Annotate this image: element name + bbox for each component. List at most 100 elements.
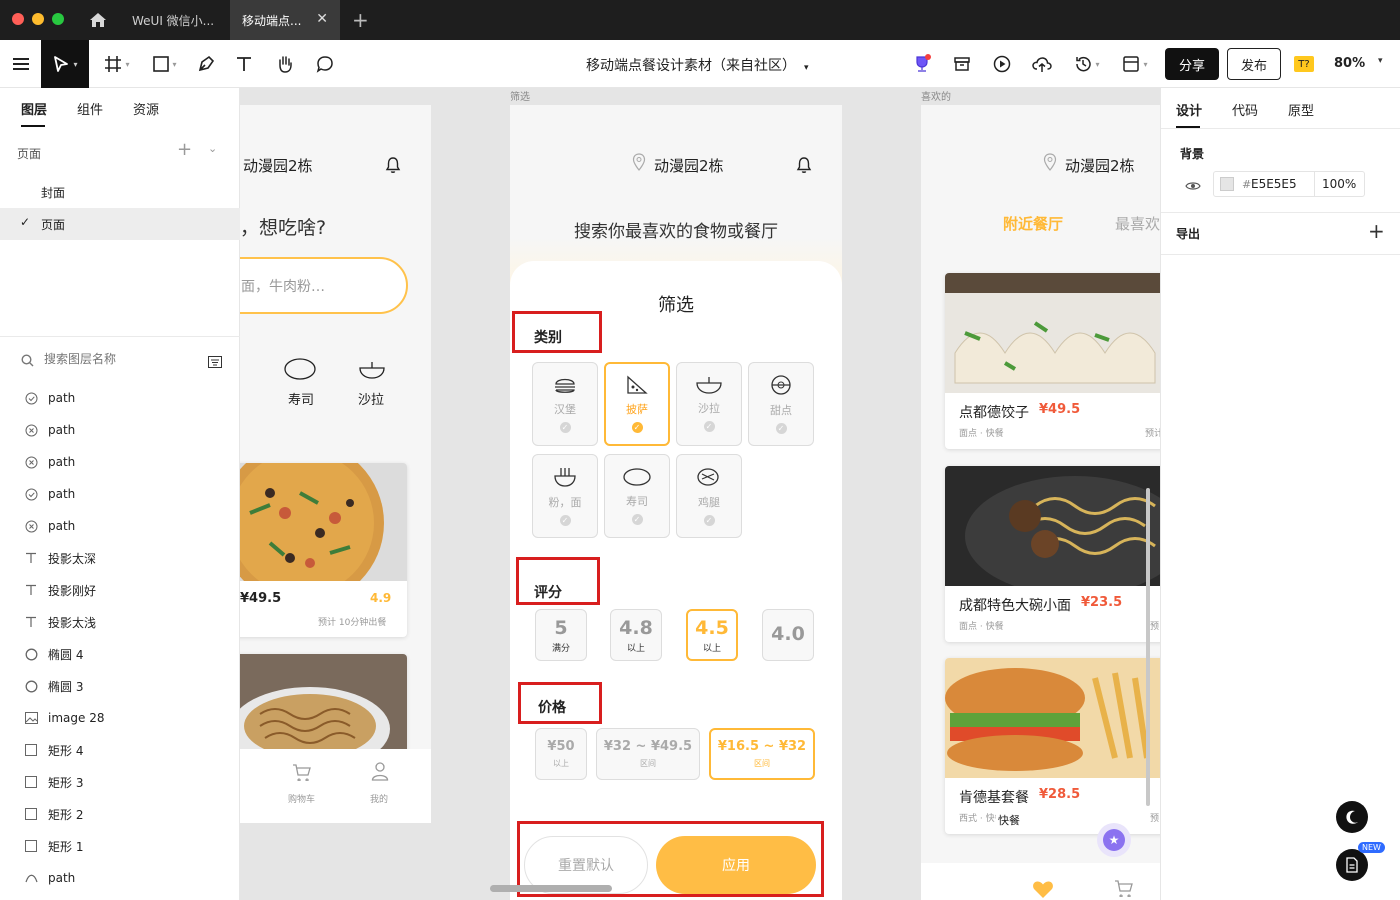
background-color-field[interactable]: # E5E5E5 100% xyxy=(1213,171,1365,197)
pizza-card[interactable]: ¥49.5 4.9 预计 10分钟出餐 xyxy=(240,463,407,637)
publish-button[interactable]: 发布 xyxy=(1227,48,1281,80)
shape-tool-button[interactable]: ▾ xyxy=(148,40,182,88)
search-box[interactable]: 面，牛肉粉… xyxy=(240,257,408,314)
layer-row[interactable]: 矩形 3 xyxy=(0,766,240,798)
move-tool-button[interactable]: ▾ xyxy=(41,40,89,88)
vertical-scrollbar[interactable] xyxy=(1146,488,1150,806)
layer-row[interactable]: path xyxy=(0,510,240,542)
color-hex-value[interactable]: E5E5E5 xyxy=(1251,177,1297,191)
share-button[interactable]: 分享 xyxy=(1165,48,1219,80)
layer-row[interactable]: 投影太浅 xyxy=(0,606,240,638)
bell-icon[interactable] xyxy=(796,156,812,178)
frame-tool-button[interactable]: ▾ xyxy=(100,40,134,88)
eye-icon[interactable] xyxy=(1185,177,1201,196)
color-swatch[interactable] xyxy=(1220,177,1234,191)
layer-row[interactable]: path xyxy=(0,414,240,446)
dark-mode-button[interactable] xyxy=(1336,801,1368,833)
maximize-window-button[interactable] xyxy=(52,13,64,25)
restaurant-card-dumplings[interactable]: 点都德饺子 ¥49.5 面点 · 快餐 预计 xyxy=(945,273,1160,449)
page-item-selected[interactable]: ✓ 页面 xyxy=(0,208,240,240)
frame-favorites[interactable]: 动漫园2栋 附近餐厅 最喜欢 点都德饺子 ¥49.5 面点 · 快餐 预计 成都… xyxy=(921,105,1160,900)
comment-tool-button[interactable] xyxy=(312,40,338,88)
cart-icon[interactable] xyxy=(292,763,312,785)
category-sushi[interactable]: 寿司 xyxy=(288,389,314,408)
layer-row[interactable]: 椭圆 4 xyxy=(0,638,240,670)
home-icon[interactable] xyxy=(88,10,108,34)
bell-icon[interactable] xyxy=(385,156,401,178)
assistant-icon[interactable]: ★ xyxy=(1097,823,1131,857)
tab-weui[interactable]: WeUI 微信小... xyxy=(120,0,228,40)
layout-icon[interactable]: ▾ xyxy=(1118,40,1152,88)
tab-current-file[interactable]: 移动端点... ✕ xyxy=(230,0,340,40)
notes-button[interactable] xyxy=(1336,849,1368,881)
document-title[interactable]: 移动端点餐设计素材（来自社区） ▾ xyxy=(586,55,809,75)
apply-button[interactable]: 应用 xyxy=(656,836,816,894)
tab-code[interactable]: 代码 xyxy=(1232,100,1258,119)
minimize-window-button[interactable] xyxy=(32,13,44,25)
zoom-level[interactable]: 80% xyxy=(1334,56,1365,71)
tab-nearby[interactable]: 附近餐厅 xyxy=(1003,213,1063,234)
frame-home[interactable]: 动漫园2栋 ，想吃啥? 面，牛肉粉… 寿司 沙拉 ¥49.5 4.9 预计 10… xyxy=(240,105,431,823)
upload-cloud-icon[interactable] xyxy=(1030,40,1054,88)
profile-icon[interactable] xyxy=(371,761,389,785)
layer-row[interactable]: image 28 xyxy=(0,702,240,734)
text-warning-badge[interactable]: T? xyxy=(1294,56,1314,72)
restaurant-card-kfc[interactable]: 肯德基套餐 ¥28.5 西式 · 快餐 预 xyxy=(945,658,1160,834)
category-salad[interactable]: 沙拉 xyxy=(358,389,384,408)
category-pizza[interactable]: 披萨 ✓ xyxy=(604,362,670,446)
category-drumstick[interactable]: 鸡腿 ✓ xyxy=(676,454,742,538)
filter-icon[interactable] xyxy=(208,353,222,372)
heart-icon[interactable] xyxy=(1032,879,1054,900)
rating-option[interactable]: 4.0 xyxy=(762,609,814,661)
tab-layers[interactable]: 图层 xyxy=(21,88,47,128)
horizontal-scrollbar[interactable] xyxy=(490,885,612,892)
close-tab-icon[interactable]: ✕ xyxy=(316,11,328,27)
layer-row[interactable]: 矩形 1 xyxy=(0,830,240,862)
text-tool-button[interactable] xyxy=(232,40,256,88)
close-window-button[interactable] xyxy=(12,13,24,25)
layer-row[interactable]: path xyxy=(0,478,240,510)
restaurant-card-noodles[interactable]: 成都特色大碗小面 ¥23.5 面点 · 快餐 预 xyxy=(945,466,1160,642)
rating-option[interactable]: 4.5 以上 xyxy=(686,609,738,661)
trophy-icon[interactable] xyxy=(910,40,934,88)
collapse-pages-icon[interactable]: ⌄ xyxy=(208,142,217,155)
design-canvas[interactable]: 动漫园2栋 ，想吃啥? 面，牛肉粉… 寿司 沙拉 ¥49.5 4.9 预计 10… xyxy=(240,88,1160,900)
opacity-value[interactable]: 100% xyxy=(1322,177,1356,191)
history-icon[interactable]: ▾ xyxy=(1070,40,1104,88)
layer-row[interactable]: path xyxy=(0,446,240,478)
add-export-icon[interactable]: + xyxy=(1368,219,1385,243)
tab-assets[interactable]: 资源 xyxy=(133,88,159,128)
menu-icon[interactable] xyxy=(10,40,32,88)
hand-tool-button[interactable] xyxy=(272,40,298,88)
frame-filter[interactable]: 动漫园2栋 搜索你最喜欢的食物或餐厅 筛选 类别 汉堡✓ 披萨✓ 沙拉✓ xyxy=(510,105,842,900)
zoom-dropdown-icon[interactable]: ▾ xyxy=(1378,56,1383,66)
noodle-card[interactable] xyxy=(240,654,407,754)
archive-icon[interactable] xyxy=(950,40,974,88)
layer-row[interactable]: 投影太深 xyxy=(0,542,240,574)
layer-row[interactable]: path xyxy=(0,382,240,414)
category-dessert[interactable]: 甜点 ✓ xyxy=(748,362,814,446)
tab-favorites[interactable]: 最喜欢 xyxy=(1115,213,1160,234)
layer-row[interactable]: 矩形 2 xyxy=(0,798,240,830)
layer-row[interactable]: path xyxy=(0,862,240,894)
layer-row[interactable]: 投影刚好 xyxy=(0,574,240,606)
page-item-cover[interactable]: 封面 xyxy=(41,184,65,201)
tab-prototype[interactable]: 原型 xyxy=(1288,100,1314,119)
layer-row[interactable]: 椭圆 3 xyxy=(0,670,240,702)
price-option[interactable]: ¥50 以上 xyxy=(535,728,587,780)
pen-tool-button[interactable] xyxy=(194,40,218,88)
add-page-icon[interactable]: + xyxy=(177,139,192,160)
category-burger[interactable]: 汉堡 ✓ xyxy=(532,362,598,446)
rating-option[interactable]: 5 满分 xyxy=(535,609,587,661)
price-option[interactable]: ¥32 ~ ¥49.5 区间 xyxy=(596,728,700,780)
layer-row[interactable]: 矩形 4 xyxy=(0,734,240,766)
cart-icon[interactable] xyxy=(1114,879,1134,900)
category-sushi[interactable]: 寿司 ✓ xyxy=(604,454,670,538)
category-noodles[interactable]: 粉，面 ✓ xyxy=(532,454,598,538)
tab-design[interactable]: 设计 xyxy=(1176,100,1202,119)
rating-option[interactable]: 4.8 以上 xyxy=(610,609,662,661)
category-salad[interactable]: 沙拉 ✓ xyxy=(676,362,742,446)
tab-components[interactable]: 组件 xyxy=(77,88,103,128)
play-icon[interactable] xyxy=(990,40,1014,88)
price-option[interactable]: ¥16.5 ~ ¥32 区间 xyxy=(709,728,815,780)
